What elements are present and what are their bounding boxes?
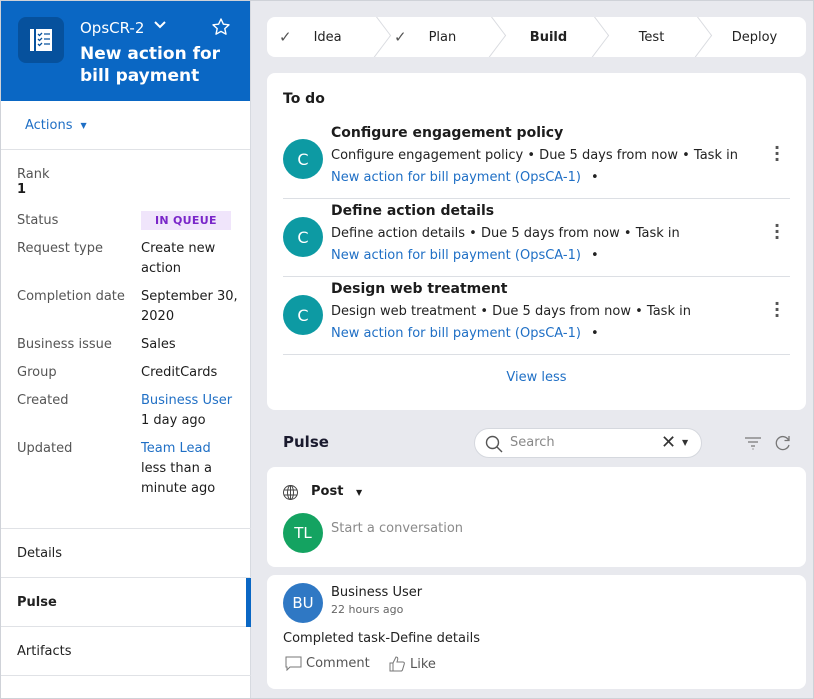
check-icon: ✓	[279, 28, 292, 46]
actions-label: Actions	[25, 117, 73, 133]
field-request-type: Request type Create new action	[17, 239, 250, 279]
feed-timestamp: 22 hours ago	[331, 603, 404, 616]
task-description: Define action details • Due 5 days from …	[331, 226, 680, 241]
field-label: Status	[17, 213, 59, 228]
comment-button[interactable]: Comment	[285, 656, 370, 671]
field-updated: Updated Team Lead less than a minute ago	[17, 439, 250, 499]
feed-author[interactable]: Business User	[331, 585, 422, 600]
case-details: Rank 1 Status IN QUEUE Request type Crea…	[1, 150, 250, 499]
field-label: Created	[17, 393, 69, 408]
more-options-icon[interactable]: · · ·	[772, 218, 782, 246]
field-value: September 30, 2020	[141, 289, 238, 324]
pulse-title: Pulse	[283, 433, 329, 451]
task-item: C Configure engagement policy Configure …	[283, 121, 790, 199]
nav-item-pulse[interactable]: Pulse	[1, 578, 251, 627]
case-nav: Details Pulse Artifacts	[1, 528, 251, 676]
task-avatar: C	[283, 295, 323, 335]
task-title[interactable]: Define action details	[331, 203, 494, 219]
refresh-icon[interactable]	[774, 434, 792, 456]
task-avatar: C	[283, 217, 323, 257]
task-avatar: C	[283, 139, 323, 179]
field-business-issue: Business issue Sales	[17, 335, 250, 355]
field-label: Completion date	[17, 289, 125, 304]
avatar: BU	[283, 583, 323, 623]
avatar: TL	[283, 513, 323, 553]
task-description: Configure engagement policy • Due 5 days…	[331, 148, 738, 163]
view-less-link[interactable]: View less	[267, 370, 806, 385]
task-description: Design web treatment • Due 5 days from n…	[331, 304, 691, 319]
stage-test[interactable]: Test	[600, 17, 703, 57]
caret-down-icon[interactable]: ▼	[356, 488, 362, 497]
star-icon[interactable]	[211, 17, 231, 42]
like-label: Like	[410, 656, 436, 672]
created-time: 1 day ago	[141, 413, 206, 428]
field-label: Business issue	[17, 337, 112, 352]
rank-label: Rank	[17, 167, 50, 182]
feed-message: Completed task-Define details	[283, 631, 480, 646]
nav-item-artifacts[interactable]: Artifacts	[1, 627, 251, 676]
task-case-link[interactable]: New action for bill payment (OpsCA-1)	[331, 326, 581, 341]
updated-by-link[interactable]: Team Lead	[141, 439, 241, 459]
post-visibility-label[interactable]: Post	[311, 484, 343, 499]
case-id: OpsCR-2	[80, 19, 145, 37]
chevron-down-icon[interactable]	[153, 19, 167, 34]
field-created: Created Business User 1 day ago	[17, 391, 250, 431]
stage-label: Build	[529, 29, 568, 45]
feed-item: BU Business User 22 hours ago Completed …	[267, 575, 806, 689]
stage-build[interactable]: Build	[497, 17, 600, 57]
stage-label: Deploy	[731, 29, 778, 45]
thumbs-up-icon	[389, 656, 405, 672]
post-composer: Post ▼ TL	[267, 467, 806, 567]
stage-label: Idea	[313, 29, 342, 45]
task-case-link[interactable]: New action for bill payment (OpsCA-1)	[331, 248, 581, 263]
updated-time: less than a minute ago	[141, 461, 216, 496]
caret-down-icon: ▼	[80, 120, 87, 130]
search-input[interactable]	[510, 435, 650, 450]
stage-plan[interactable]: ✓ Plan	[382, 17, 497, 57]
stage-idea[interactable]: ✓ Idea	[267, 17, 382, 57]
checklist-icon	[18, 17, 64, 63]
field-group: Group CreditCards	[17, 363, 250, 383]
task-item: C Design web treatment Design web treatm…	[283, 277, 790, 355]
more-options-icon[interactable]: · · ·	[772, 140, 782, 168]
stage-label: Plan	[428, 29, 457, 45]
field-completion-date: Completion date September 30, 2020	[17, 287, 250, 327]
field-status: Status IN QUEUE	[17, 211, 250, 231]
field-label: Updated	[17, 441, 73, 456]
field-label: Request type	[17, 241, 103, 256]
task-item: C Define action details Define action de…	[283, 199, 790, 277]
clear-icon[interactable]: ✕	[661, 432, 676, 453]
status-badge: IN QUEUE	[141, 211, 231, 230]
search-icon	[485, 435, 503, 457]
comment-icon	[285, 656, 302, 671]
field-value: Sales	[141, 337, 176, 352]
field-value: CreditCards	[141, 365, 218, 380]
field-label: Group	[17, 365, 57, 380]
case-title: New action for bill payment	[80, 44, 221, 86]
caret-down-icon[interactable]: ▼	[682, 438, 688, 447]
stage-deploy[interactable]: Deploy	[703, 17, 806, 57]
rank-value: 1	[17, 182, 27, 197]
created-by-link[interactable]: Business User	[141, 391, 241, 411]
task-title[interactable]: Design web treatment	[331, 281, 507, 297]
stage-chevrons: ✓ Idea ✓ Plan Build Test Deploy	[267, 17, 806, 57]
todo-title: To do	[283, 91, 325, 107]
task-title[interactable]: Configure engagement policy	[331, 125, 563, 141]
case-sidebar: OpsCR-2 New action for bill payment Acti…	[1, 1, 251, 698]
conversation-input[interactable]	[331, 521, 731, 536]
task-case-link[interactable]: New action for bill payment (OpsCA-1)	[331, 170, 581, 185]
nav-item-details[interactable]: Details	[1, 529, 251, 578]
more-options-icon[interactable]: · · ·	[772, 296, 782, 324]
pulse-search: ✕ ▼	[474, 428, 702, 458]
actions-menu-button[interactable]: Actions ▼	[1, 101, 250, 150]
comment-label: Comment	[306, 656, 370, 671]
like-button[interactable]: Like	[389, 656, 436, 672]
stage-label: Test	[638, 29, 665, 45]
globe-icon	[282, 484, 299, 505]
case-header: OpsCR-2 New action for bill payment	[1, 1, 250, 101]
filter-icon[interactable]	[744, 436, 762, 454]
todo-card: To do C Configure engagement policy Conf…	[267, 73, 806, 410]
check-icon: ✓	[394, 28, 407, 46]
field-value: Create new action	[141, 241, 216, 276]
